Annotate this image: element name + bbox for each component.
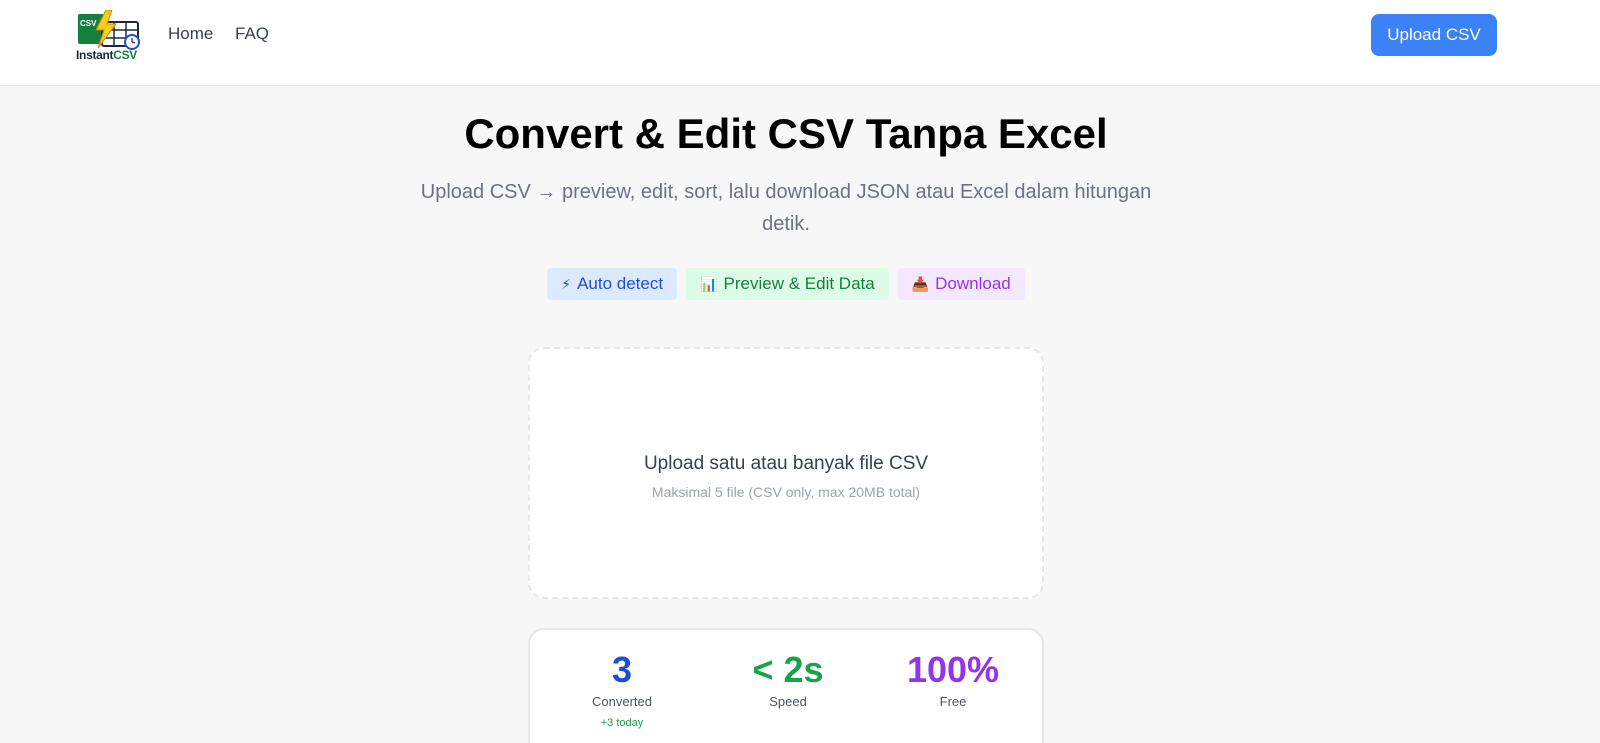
stat-speed: < 2s Speed xyxy=(702,648,874,709)
stat-free: 100% Free xyxy=(867,648,1039,709)
badge-download: 📥 Download xyxy=(897,268,1025,300)
upload-csv-button[interactable]: Upload CSV xyxy=(1371,14,1497,56)
nav-link-faq[interactable]: FAQ xyxy=(235,24,269,44)
hero-title: Convert & Edit CSV Tanpa Excel xyxy=(464,110,1108,157)
badge-label: Auto detect xyxy=(577,274,664,293)
stat-label: Free xyxy=(939,694,967,709)
logo-word-instant: Instant xyxy=(76,48,114,62)
stat-value: 100% xyxy=(906,649,1000,690)
stat-label: Speed xyxy=(769,694,807,709)
feature-badges: ⚡ Auto detect 📊 Preview & Edit Data 📥 Do… xyxy=(0,268,1572,300)
nav-link-home[interactable]: Home xyxy=(168,24,213,44)
lightning-icon: ⚡ xyxy=(561,276,572,292)
stat-today-count: +3 today xyxy=(600,717,644,729)
badge-preview-edit: 📊 Preview & Edit Data xyxy=(686,268,889,300)
stat-converted: 3 Converted +3 today xyxy=(536,648,708,729)
bar-chart-icon: 📊 xyxy=(700,276,718,292)
stats-card: 3 Converted +3 today < 2s Speed 100% Fre… xyxy=(528,628,1044,743)
navbar: CSV InstantCSV Home FAQ Upload CSV xyxy=(0,0,1600,86)
csv-dropzone[interactable]: Upload satu atau banyak file CSV Maksima… xyxy=(528,347,1044,599)
badge-label: Preview & Edit Data xyxy=(723,274,875,293)
badge-label: Download xyxy=(935,274,1011,293)
badge-auto-detect: ⚡ Auto detect xyxy=(547,268,678,300)
dropzone-title: Upload satu atau banyak file CSV xyxy=(643,453,929,474)
svg-text:CSV: CSV xyxy=(80,19,97,28)
logo-wordmark: InstantCSV xyxy=(76,48,146,62)
stat-value: 3 xyxy=(611,649,633,690)
logo-word-csv: CSV xyxy=(113,48,138,62)
hero-subtitle: Upload CSV → preview, edit, sort, lalu d… xyxy=(420,181,1152,235)
dropzone-subtitle: Maksimal 5 file (CSV only, max 20MB tota… xyxy=(651,484,921,500)
inbox-tray-icon: 📥 xyxy=(911,276,930,292)
stat-value: < 2s xyxy=(752,649,824,690)
stat-label: Converted xyxy=(592,694,652,709)
